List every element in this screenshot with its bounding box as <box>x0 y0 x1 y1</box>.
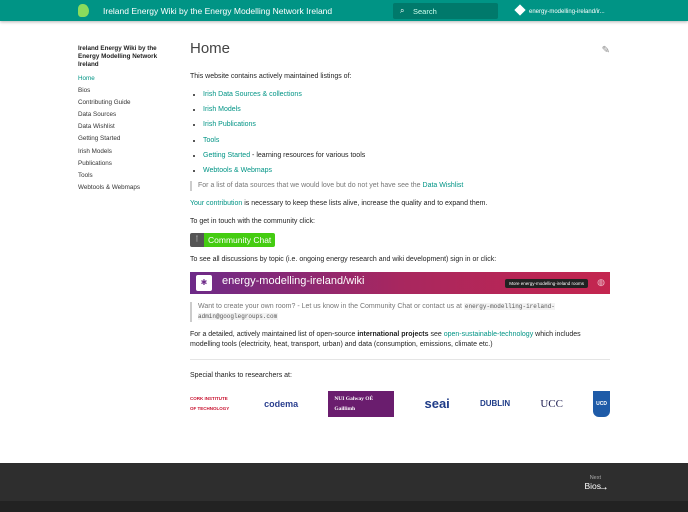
projects-c: see <box>428 331 444 339</box>
sidebar-item-data-wishlist[interactable]: Data Wishlist <box>78 121 178 133</box>
ucd-logo: UCD <box>593 391 610 418</box>
list-desc: - learning resources for various tools <box>250 151 366 159</box>
git-icon <box>514 4 526 16</box>
cit-logo: CORK INSTITUTE OF TECHNOLOGY <box>190 396 230 412</box>
room-name: energy-modelling-ireland/wiki <box>222 275 365 288</box>
room-banner[interactable]: ✱ energy-modelling-ireland/wiki More ene… <box>190 272 610 295</box>
list-item: Getting Started - learning resources for… <box>203 151 610 161</box>
search-input[interactable]: ⌕ Search <box>393 3 498 19</box>
list-link[interactable]: Irish Publications <box>203 121 256 128</box>
list-item: Irish Publications <box>203 120 610 130</box>
edit-icon[interactable]: ✎ <box>602 46 610 56</box>
gitter-icon: ᛙ <box>190 233 204 248</box>
projects-link[interactable]: open-sustainable-technology <box>444 331 534 338</box>
list-item: Irish Data Sources & collections <box>203 90 610 100</box>
touch-text: To get in touch with the community click… <box>190 218 315 226</box>
list-item: Webtools & Webmaps <box>203 166 610 176</box>
sidebar-title: Ireland Energy Wiki by the Energy Modell… <box>78 45 158 68</box>
sidebar-item-tools[interactable]: Tools <box>78 170 178 182</box>
divider <box>190 359 610 361</box>
projects-a: For a detailed, actively maintained list… <box>190 331 358 339</box>
site-title: Ireland Energy Wiki by the Energy Modell… <box>103 6 333 16</box>
wishlist-text: For a list of data sources that we would… <box>198 182 423 190</box>
list-item: Irish Models <box>203 105 610 115</box>
footer: Next Bios → <box>0 463 688 501</box>
listing-list: Irish Data Sources & collections Irish M… <box>203 90 610 176</box>
header: Ireland Energy Wiki by the Energy Modell… <box>0 0 688 21</box>
discussions-text: To see all discussions by topic (i.e. on… <box>190 256 497 264</box>
repo-link[interactable]: energy-modelling-ireland/ir... <box>514 4 605 16</box>
sidebar-item-getting-started[interactable]: Getting Started <box>78 133 178 145</box>
list-link[interactable]: Webtools & Webmaps <box>203 167 272 174</box>
footer-meta <box>0 501 688 512</box>
sidebar-item-bios[interactable]: Bios <box>78 85 178 97</box>
room-logo-icon: ✱ <box>196 275 212 292</box>
list-item: Tools <box>203 136 610 146</box>
chat-badge-label: Community Chat <box>204 233 276 248</box>
projects-b: international projects <box>357 331 429 339</box>
ireland-logo-icon[interactable] <box>78 4 89 17</box>
nui-galway-logo: NUI Galway OÉ Gaillimh <box>328 391 395 418</box>
sidebar-item-contributing-guide[interactable]: Contributing Guide <box>78 97 178 109</box>
arrow-right-icon[interactable]: → <box>598 481 609 493</box>
room-note-text: Want to create your own room? - Let us k… <box>198 303 464 311</box>
list-link[interactable]: Tools <box>203 137 219 144</box>
wishlist-note: For a list of data sources that we would… <box>190 181 610 192</box>
wishlist-link[interactable]: Data Wishlist <box>423 182 464 189</box>
tu-dublin-logo: DUBLIN <box>479 399 511 409</box>
contribution-link[interactable]: Your contribution <box>190 200 242 207</box>
more-rooms-tooltip: More energy-modelling-ireland rooms <box>505 279 588 289</box>
ucc-logo: UCC <box>540 398 563 411</box>
sidebar-item-publications[interactable]: Publications <box>78 158 178 170</box>
sidebar: Ireland Energy Wiki by the Energy Modell… <box>78 45 178 194</box>
sidebar-item-home[interactable]: Home <box>78 73 178 85</box>
contribution-desc: is necessary to keep these lists alive, … <box>242 200 488 208</box>
page-title: Home <box>190 40 231 57</box>
list-link[interactable]: Irish Data Sources & collections <box>203 91 302 98</box>
seai-logo: seai <box>424 396 450 412</box>
community-chat-badge[interactable]: ᛙ Community Chat <box>190 233 276 248</box>
search-icon: ⌕ <box>400 6 405 15</box>
list-link[interactable]: Irish Models <box>203 106 241 113</box>
contribution-text: Your contribution is necessary to keep t… <box>190 199 610 209</box>
thanks-text: Special thanks to researchers at: <box>190 372 292 380</box>
sidebar-item-webtools[interactable]: Webtools & Webmaps <box>78 182 178 194</box>
room-note: Want to create your own room? - Let us k… <box>190 302 610 323</box>
search-placeholder: Search <box>413 7 437 16</box>
list-link[interactable]: Getting Started <box>203 152 250 159</box>
main-content: Home ✎ This website contains actively ma… <box>190 40 610 418</box>
partner-logos: CORK INSTITUTE OF TECHNOLOGY codema NUI … <box>190 391 610 418</box>
globe-icon[interactable]: ◍ <box>597 277 605 287</box>
projects-text: For a detailed, actively maintained list… <box>190 330 610 350</box>
codema-logo: codema <box>264 399 299 410</box>
intro-text: This website contains actively maintaine… <box>190 73 352 80</box>
repo-name: energy-modelling-ireland/ir... <box>529 9 605 15</box>
sidebar-item-data-sources[interactable]: Data Sources <box>78 109 178 121</box>
sidebar-item-irish-models[interactable]: Irish Models <box>78 146 178 158</box>
